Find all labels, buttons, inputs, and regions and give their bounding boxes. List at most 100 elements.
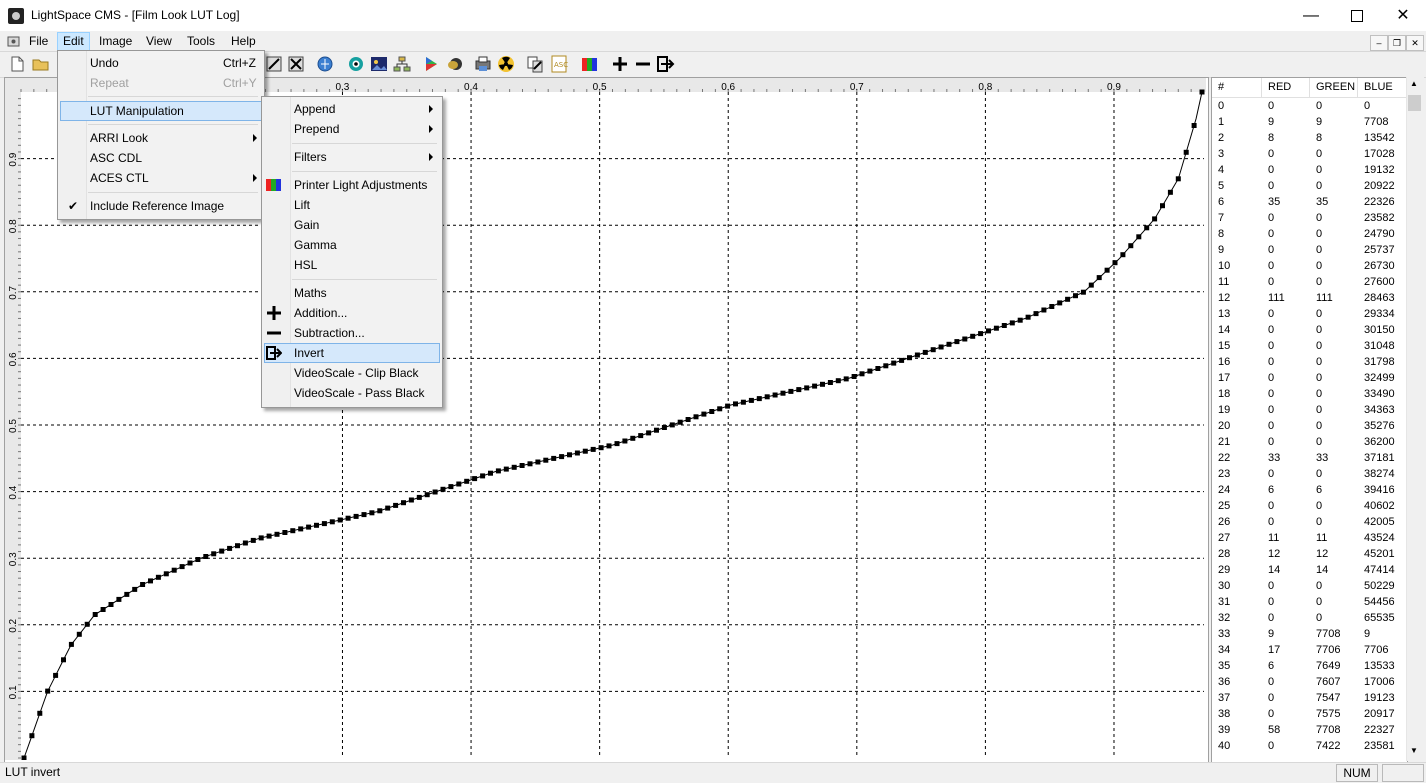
document-icon[interactable] xyxy=(6,34,22,48)
table-row[interactable]: 12 111 111 28463 xyxy=(1212,290,1407,306)
mdi-restore-button[interactable]: ❐ xyxy=(1388,35,1406,51)
table-row[interactable]: 23 0 0 38274 xyxy=(1212,466,1407,482)
table-row[interactable]: 13 0 0 29334 xyxy=(1212,306,1407,322)
table-row[interactable]: 28 12 12 45201 xyxy=(1212,546,1407,562)
table-row[interactable]: 33 9 7708 9 xyxy=(1212,626,1407,642)
table-row[interactable]: 16 0 0 31798 xyxy=(1212,354,1407,370)
menu-item-append[interactable]: Append xyxy=(264,99,440,119)
menu-item-asc-cdl[interactable]: ASC CDL xyxy=(60,148,262,168)
table-row[interactable]: 39 58 7708 22327 xyxy=(1212,722,1407,738)
table-row[interactable]: 32 0 0 65535 xyxy=(1212,610,1407,626)
lut-tool-icon[interactable] xyxy=(265,55,283,73)
printer-icon[interactable] xyxy=(474,55,492,73)
table-row[interactable]: 5 0 0 20922 xyxy=(1212,178,1407,194)
scroll-up-icon[interactable]: ▲ xyxy=(1410,79,1418,88)
menu-item-addition[interactable]: Addition... xyxy=(264,303,440,323)
maximize-button[interactable] xyxy=(1334,0,1380,31)
table-row[interactable]: 29 14 14 47414 xyxy=(1212,562,1407,578)
table-row[interactable]: 38 0 7575 20917 xyxy=(1212,706,1407,722)
menu-item-aces-ctl[interactable]: ACES CTL xyxy=(60,168,262,188)
menu-item-printer-light-adjustments[interactable]: Printer Light Adjustments xyxy=(264,175,440,195)
copy-icon[interactable] xyxy=(526,55,544,73)
menu-tools[interactable]: Tools xyxy=(180,33,222,50)
mdi-minimize-button[interactable]: – xyxy=(1370,35,1388,51)
menu-item-include-reference-image[interactable]: ✔ Include Reference Image xyxy=(60,196,262,216)
table-row[interactable]: 19 0 0 34363 xyxy=(1212,402,1407,418)
radiation-icon[interactable] xyxy=(497,55,515,73)
table-row[interactable]: 22 33 33 37181 xyxy=(1212,450,1407,466)
menu-item-hsl[interactable]: HSL xyxy=(264,255,440,275)
menu-item-videoscale-pass-black[interactable]: VideoScale - Pass Black xyxy=(264,383,440,403)
column-header-red[interactable]: RED xyxy=(1262,78,1310,97)
table-row[interactable]: 21 0 0 36200 xyxy=(1212,434,1407,450)
network-icon[interactable] xyxy=(393,55,411,73)
menu-item-lut-manipulation[interactable]: LUT Manipulation xyxy=(60,101,262,121)
invert-icon[interactable] xyxy=(657,55,675,73)
menu-edit[interactable]: Edit xyxy=(57,32,90,51)
rgb-bars-icon[interactable] xyxy=(581,55,599,73)
table-row[interactable]: 8 0 0 24790 xyxy=(1212,226,1407,242)
table-row[interactable]: 40 0 7422 23581 xyxy=(1212,738,1407,754)
table-row[interactable]: 18 0 0 33490 xyxy=(1212,386,1407,402)
plus-icon[interactable] xyxy=(611,55,629,73)
mdi-close-button[interactable]: ✕ xyxy=(1406,35,1424,51)
table-row[interactable]: 24 6 6 39416 xyxy=(1212,482,1407,498)
menu-item-arri-look[interactable]: ARRI Look xyxy=(60,128,262,148)
mask-icon[interactable] xyxy=(446,55,464,73)
table-row[interactable]: 3 0 0 17028 xyxy=(1212,146,1407,162)
table-row[interactable]: 4 0 0 19132 xyxy=(1212,162,1407,178)
table-row[interactable]: 35 6 7649 13533 xyxy=(1212,658,1407,674)
asc-icon[interactable]: ASC xyxy=(550,55,568,73)
minus-icon[interactable] xyxy=(634,55,652,73)
menu-item-gamma[interactable]: Gamma xyxy=(264,235,440,255)
app-icon[interactable] xyxy=(8,8,24,24)
table-row[interactable]: 11 0 0 27600 xyxy=(1212,274,1407,290)
column-header-green[interactable]: GREEN xyxy=(1310,78,1358,97)
menu-view[interactable]: View xyxy=(139,33,179,50)
open-folder-icon[interactable] xyxy=(32,55,50,73)
menu-item-gain[interactable]: Gain xyxy=(264,215,440,235)
table-scrollbar[interactable]: ▲ ▼ xyxy=(1406,77,1424,761)
table-row[interactable]: 6 35 35 22326 xyxy=(1212,194,1407,210)
menu-file[interactable]: File xyxy=(22,33,55,50)
table-row[interactable]: 17 0 0 32499 xyxy=(1212,370,1407,386)
column-header-index[interactable]: # xyxy=(1212,78,1262,97)
table-row[interactable]: 25 0 0 40602 xyxy=(1212,498,1407,514)
menu-item-subtraction[interactable]: Subtraction... xyxy=(264,323,440,343)
menu-item-filters[interactable]: Filters xyxy=(264,147,440,167)
close-button[interactable]: ✕ xyxy=(1380,0,1426,31)
play-icon[interactable] xyxy=(422,55,440,73)
table-row[interactable]: 20 0 0 35276 xyxy=(1212,418,1407,434)
table-row[interactable]: 7 0 0 23582 xyxy=(1212,210,1407,226)
globe-icon[interactable] xyxy=(316,55,334,73)
table-row[interactable]: 31 0 0 54456 xyxy=(1212,594,1407,610)
table-row[interactable]: 10 0 0 26730 xyxy=(1212,258,1407,274)
table-row[interactable]: 37 0 7547 19123 xyxy=(1212,690,1407,706)
table-row[interactable]: 27 11 11 43524 xyxy=(1212,530,1407,546)
new-file-icon[interactable] xyxy=(8,55,26,73)
column-header-blue[interactable]: BLUE xyxy=(1358,78,1407,97)
close-lut-icon[interactable] xyxy=(287,55,305,73)
menu-item-invert[interactable]: Invert xyxy=(264,343,440,363)
menu-item-videoscale-clip-black[interactable]: VideoScale - Clip Black xyxy=(264,363,440,383)
scroll-down-icon[interactable]: ▼ xyxy=(1410,746,1418,755)
table-row[interactable]: 1 9 9 7708 xyxy=(1212,114,1407,130)
menu-item-lift[interactable]: Lift xyxy=(264,195,440,215)
table-row[interactable]: 14 0 0 30150 xyxy=(1212,322,1407,338)
menu-item-prepend[interactable]: Prepend xyxy=(264,119,440,139)
menu-image[interactable]: Image xyxy=(92,33,139,50)
menu-item-maths[interactable]: Maths xyxy=(264,283,440,303)
image-icon[interactable] xyxy=(370,55,388,73)
table-row[interactable]: 26 0 0 42005 xyxy=(1212,514,1407,530)
table-row[interactable]: 9 0 0 25737 xyxy=(1212,242,1407,258)
table-row[interactable]: 36 0 7607 17006 xyxy=(1212,674,1407,690)
scrollbar-thumb[interactable] xyxy=(1408,95,1421,111)
menu-help[interactable]: Help xyxy=(224,33,263,50)
table-row[interactable]: 15 0 0 31048 xyxy=(1212,338,1407,354)
target-icon[interactable] xyxy=(347,55,365,73)
table-row[interactable]: 2 8 8 13542 xyxy=(1212,130,1407,146)
table-row[interactable]: 30 0 0 50229 xyxy=(1212,578,1407,594)
table-row[interactable]: 34 17 7706 7706 xyxy=(1212,642,1407,658)
table-row[interactable]: 0 0 0 0 xyxy=(1212,98,1407,114)
minimize-button[interactable]: — xyxy=(1288,0,1334,31)
